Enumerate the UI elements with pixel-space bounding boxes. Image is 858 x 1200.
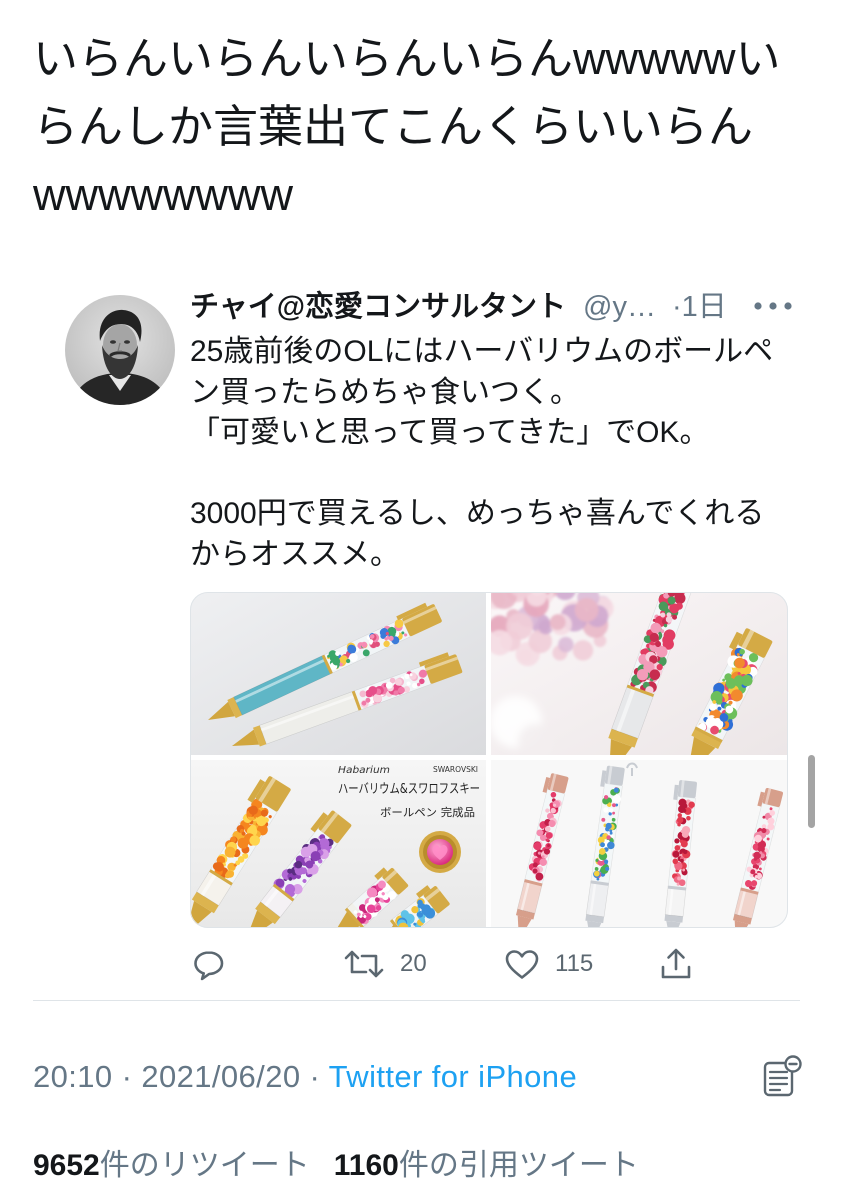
quoted-text-paragraph: 25歳前後のOLにはハーバリウムのボールペ ン買ったらめちゃ食いつく。 「可愛い… bbox=[190, 332, 810, 454]
photo-caption-title: ハーバリウム&スワロフスキー bbox=[338, 782, 480, 797]
retweet-label: 件のリツイート bbox=[99, 1149, 310, 1182]
retweets-stat[interactable]: 9652件のリツイート bbox=[33, 1149, 310, 1182]
quoted-text-line: ン買ったらめちゃ食いつく。 bbox=[190, 375, 580, 409]
tweet-text: いらんいらんいらんいらんwwwwwい らんしか言葉出てこんくらいいらん wwww… bbox=[33, 25, 843, 229]
media-photo-3[interactable]: Habarium SWAROVSKI ハーバリウム&スワロフスキーボールペン 完成品 bbox=[190, 760, 486, 928]
photo-caption-crystal-brand: SWAROVSKI bbox=[433, 765, 478, 774]
quote-total: 1160 bbox=[333, 1149, 399, 1182]
quoted-text-line: からオススメ。 bbox=[190, 537, 400, 571]
tweet-source-link[interactable]: Twitter for iPhone bbox=[329, 1059, 577, 1094]
heart-icon[interactable] bbox=[503, 945, 541, 983]
reply-icon[interactable] bbox=[190, 945, 228, 983]
retweet-total: 9652 bbox=[33, 1149, 100, 1182]
quoted-text-line: 3000円で買えるし、めっちゃ喜んでくれる bbox=[190, 497, 765, 530]
media-grid: Habarium SWAROVSKI ハーバリウム&スワロフスキーボールペン 完成品 bbox=[190, 592, 788, 928]
quoted-author-name[interactable]: チャイ@恋愛コンサルタント bbox=[190, 287, 566, 327]
retweet-icon[interactable] bbox=[342, 945, 386, 983]
quoted-tweet[interactable]: チャイ@恋愛コンサルタント @y… ·1日 25歳前後のOLにはハーバリウムのボ… bbox=[50, 280, 810, 990]
media-photo-1[interactable] bbox=[190, 592, 486, 755]
portrait-avatar-icon bbox=[65, 295, 175, 405]
quoted-author-handle[interactable]: @y… bbox=[583, 287, 656, 327]
avatar[interactable] bbox=[65, 295, 175, 405]
photo-caption-subtitle: ボールペン 完成品 bbox=[380, 805, 475, 819]
media-photo-2[interactable] bbox=[491, 592, 788, 755]
tweet-stats: 9652件のリツイート 1160件の引用ツイート bbox=[33, 1145, 639, 1187]
divider bbox=[33, 1000, 800, 1001]
photo-caption-brand: Habarium bbox=[338, 765, 390, 776]
timestamp-date: 20:10 · 2021/06/20 · bbox=[33, 1059, 329, 1094]
tweet-text-line: いらんいらんいらんいらんwwwwwい bbox=[33, 33, 781, 84]
crystal-cap bbox=[419, 831, 461, 873]
quoted-tweet-text: 25歳前後のOLにはハーバリウムのボールペ ン買ったらめちゃ食いつく。 「可愛い… bbox=[190, 332, 810, 616]
tweet-text-line: らんしか言葉出てこんくらいいらん bbox=[33, 101, 754, 152]
scrollbar[interactable] bbox=[808, 755, 815, 828]
quoted-text-paragraph: 3000円で買えるし、めっちゃ喜んでくれる からオススメ。 bbox=[190, 494, 810, 575]
quoted-text-line: 「可愛いと思って買ってきた」でOK。 bbox=[190, 416, 710, 449]
more-icon[interactable] bbox=[752, 296, 794, 316]
media-photo-4[interactable] bbox=[491, 760, 788, 928]
quotes-stat[interactable]: 1160件の引用ツイート bbox=[334, 1149, 639, 1182]
quote-label: 件の引用ツイート bbox=[398, 1149, 639, 1182]
like-count: 115 bbox=[555, 950, 594, 977]
quoted-text-line: 25歳前後のOLにはハーバリウムのボールペ bbox=[190, 335, 774, 368]
retweet-count: 20 bbox=[400, 950, 427, 977]
quote-list-icon[interactable] bbox=[760, 1053, 802, 1099]
share-icon[interactable] bbox=[657, 945, 695, 983]
quoted-tweet-age: ·1日 bbox=[672, 291, 727, 323]
tweet-text-line: wwwwwwww bbox=[33, 169, 293, 220]
tweet-timestamp: 20:10 · 2021/06/20 · Twitter for iPhone bbox=[33, 1057, 577, 1097]
